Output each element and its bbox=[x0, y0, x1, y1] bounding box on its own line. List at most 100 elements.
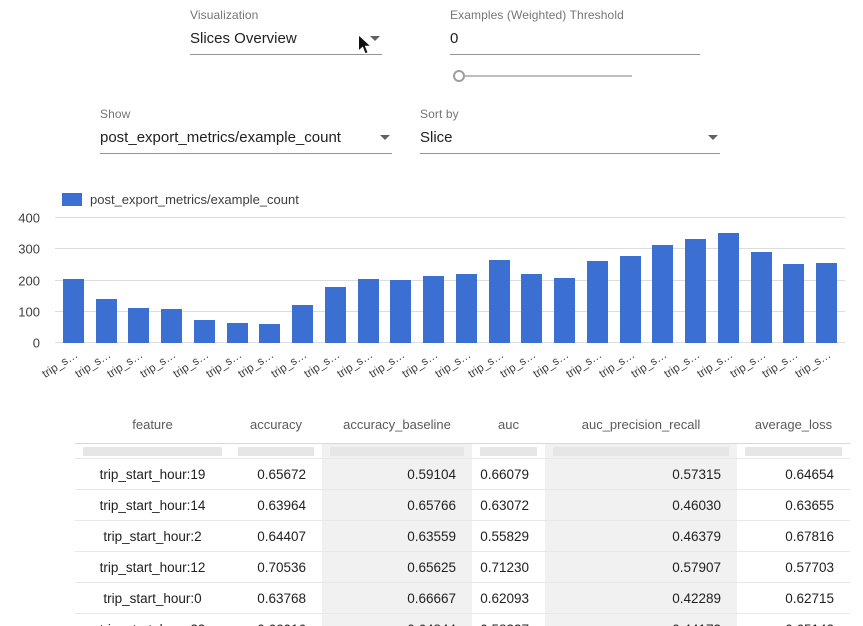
visualization-dropdown[interactable]: Slices Overview bbox=[190, 22, 382, 55]
bars-container: trip_s…trip_s…trip_s…trip_s…trip_s…trip_… bbox=[55, 218, 845, 343]
x-axis-label: trip_s… bbox=[40, 349, 80, 381]
bar[interactable] bbox=[325, 287, 346, 343]
slider-thumb[interactable] bbox=[453, 70, 465, 82]
threshold-input[interactable]: 0 bbox=[450, 22, 700, 55]
bar[interactable] bbox=[783, 264, 804, 343]
bar-slot: trip_s… bbox=[352, 218, 385, 343]
bar[interactable] bbox=[685, 239, 706, 343]
bar[interactable] bbox=[194, 320, 215, 343]
bar[interactable] bbox=[128, 308, 149, 343]
slider-track[interactable] bbox=[456, 75, 632, 77]
column-header-auc_precision_recall[interactable]: auc_precision_recall bbox=[545, 405, 737, 443]
column-header-auc[interactable]: auc bbox=[472, 405, 545, 443]
sort-by-dropdown[interactable]: Slice bbox=[420, 121, 720, 154]
x-axis-label: trip_s… bbox=[662, 349, 702, 381]
filter-input[interactable] bbox=[553, 447, 729, 456]
bar[interactable] bbox=[227, 323, 248, 343]
show-control: Show post_export_metrics/example_count bbox=[100, 107, 392, 154]
metric-cell: 0.59104 bbox=[322, 459, 472, 490]
bar[interactable] bbox=[390, 280, 411, 343]
bar-slot: trip_s… bbox=[516, 218, 549, 343]
column-header-average_loss[interactable]: average_loss bbox=[737, 405, 850, 443]
bar-slot: trip_s… bbox=[810, 218, 843, 343]
bar[interactable] bbox=[587, 261, 608, 343]
sort-by-value: Slice bbox=[420, 129, 453, 146]
bar[interactable] bbox=[554, 278, 575, 343]
visualization-control: Visualization Slices Overview bbox=[190, 8, 382, 55]
legend-swatch bbox=[62, 193, 82, 206]
metric-cell: 0.55829 bbox=[472, 521, 545, 552]
threshold-control: Examples (Weighted) Threshold 0 bbox=[450, 8, 700, 55]
bar-slot: trip_s… bbox=[188, 218, 221, 343]
x-axis-label: trip_s… bbox=[728, 349, 768, 381]
bar[interactable] bbox=[292, 305, 313, 343]
x-axis-label: trip_s… bbox=[564, 349, 604, 381]
filter-input[interactable] bbox=[480, 447, 537, 456]
table-row: trip_start_hour:120.705360.656250.712300… bbox=[75, 552, 850, 583]
y-axis-tick: 0 bbox=[33, 337, 40, 350]
table-row: trip_start_hour:190.656720.591040.660790… bbox=[75, 459, 850, 490]
bar[interactable] bbox=[358, 279, 379, 343]
bar[interactable] bbox=[456, 274, 477, 343]
column-header-accuracy[interactable]: accuracy bbox=[230, 405, 322, 443]
bar[interactable] bbox=[718, 233, 739, 343]
chevron-down-icon[interactable] bbox=[370, 36, 380, 41]
table-row: trip_start_hour:230.660160.648440.583370… bbox=[75, 614, 850, 626]
x-axis-label: trip_s… bbox=[73, 349, 113, 381]
bar[interactable] bbox=[259, 324, 280, 343]
bar[interactable] bbox=[816, 263, 837, 343]
metric-cell: 0.70536 bbox=[230, 552, 322, 583]
chevron-down-icon[interactable] bbox=[380, 135, 390, 140]
x-axis-label: trip_s… bbox=[237, 349, 277, 381]
metric-cell: 0.44173 bbox=[545, 614, 737, 626]
bar[interactable] bbox=[96, 299, 117, 343]
feature-cell: trip_start_hour:23 bbox=[75, 614, 230, 626]
x-axis-label: trip_s… bbox=[335, 349, 375, 381]
bar-slot: trip_s… bbox=[483, 218, 516, 343]
bar-slot: trip_s… bbox=[581, 218, 614, 343]
column-header-feature[interactable]: feature bbox=[75, 405, 230, 443]
bar-slot: trip_s… bbox=[385, 218, 418, 343]
chevron-down-icon[interactable] bbox=[708, 135, 718, 140]
metric-cell: 0.57315 bbox=[545, 459, 737, 490]
filter-input[interactable] bbox=[83, 447, 222, 456]
y-axis-tick: 100 bbox=[18, 305, 40, 318]
x-axis-label: trip_s… bbox=[793, 349, 833, 381]
bar[interactable] bbox=[652, 245, 673, 343]
metric-cell: 0.66079 bbox=[472, 459, 545, 490]
sort-by-label: Sort by bbox=[420, 107, 720, 121]
bar[interactable] bbox=[521, 274, 542, 343]
x-axis-label: trip_s… bbox=[630, 349, 670, 381]
bar[interactable] bbox=[423, 276, 444, 343]
column-header-accuracy_baseline[interactable]: accuracy_baseline bbox=[322, 405, 472, 443]
show-label: Show bbox=[100, 107, 392, 121]
metric-cell: 0.46379 bbox=[545, 521, 737, 552]
threshold-slider[interactable] bbox=[452, 69, 632, 83]
show-metric-dropdown[interactable]: post_export_metrics/example_count bbox=[100, 121, 392, 154]
bar-slot: trip_s… bbox=[417, 218, 450, 343]
show-metric-value: post_export_metrics/example_count bbox=[100, 129, 341, 146]
visualization-label: Visualization bbox=[190, 8, 382, 22]
bar[interactable] bbox=[161, 309, 182, 343]
bar[interactable] bbox=[489, 260, 510, 343]
bar[interactable] bbox=[63, 279, 84, 343]
filter-cell bbox=[322, 444, 472, 459]
visualization-value: Slices Overview bbox=[190, 30, 297, 47]
bar[interactable] bbox=[620, 256, 641, 343]
metric-cell: 0.63655 bbox=[737, 490, 850, 521]
filter-input[interactable] bbox=[330, 447, 464, 456]
x-axis-label: trip_s… bbox=[433, 349, 473, 381]
x-axis-label: trip_s… bbox=[302, 349, 342, 381]
metric-cell: 0.46030 bbox=[545, 490, 737, 521]
table-row: trip_start_hour:140.639640.657660.630720… bbox=[75, 490, 850, 521]
x-axis-label: trip_s… bbox=[597, 349, 637, 381]
metrics-table: featureaccuracyaccuracy_baselineaucauc_p… bbox=[75, 405, 850, 626]
filter-input[interactable] bbox=[238, 447, 314, 456]
y-axis-tick: 200 bbox=[18, 274, 40, 287]
filter-cell bbox=[230, 444, 322, 459]
bar[interactable] bbox=[751, 252, 772, 343]
legend-label: post_export_metrics/example_count bbox=[90, 192, 299, 207]
table-row: trip_start_hour:00.637680.666670.620930.… bbox=[75, 583, 850, 614]
metric-cell: 0.71230 bbox=[472, 552, 545, 583]
filter-input[interactable] bbox=[745, 447, 842, 456]
